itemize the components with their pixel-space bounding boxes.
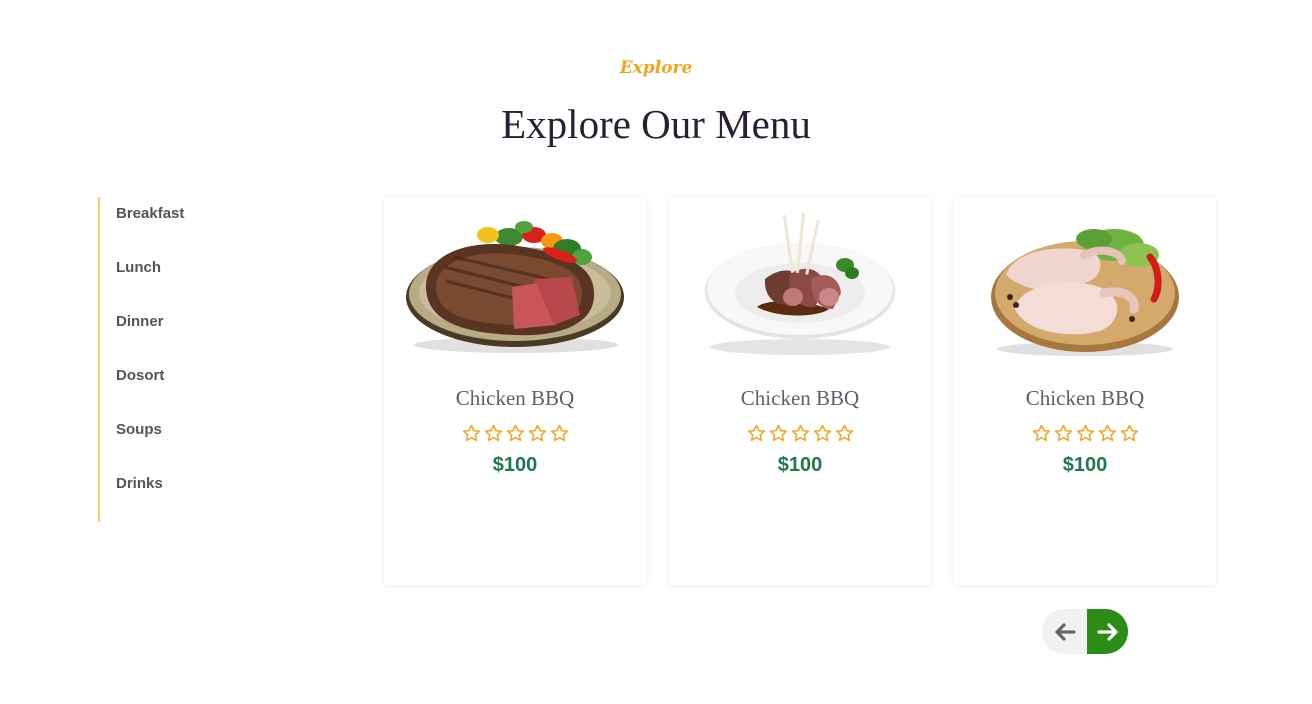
steak-plate-image [406,221,624,353]
arrow-right-icon [1096,622,1118,641]
card-title: Chicken BBQ [455,386,575,410]
menu-card[interactable]: Chicken BBQ $100 [384,197,646,585]
star-icon [528,424,546,442]
lamb-chops-image [705,213,895,355]
sidebar-item-dinner[interactable]: Dinner [116,313,164,330]
card-title: Chicken BBQ [1025,386,1145,410]
star-icon [462,424,480,442]
card-title: Chicken BBQ [740,386,860,410]
rating-stars [384,424,646,443]
star-icon [1120,424,1138,442]
star-icon [769,424,787,442]
sidebar-item-soups[interactable]: Soups [116,421,162,438]
sidebar-item-drinks[interactable]: Drinks [116,475,163,492]
star-icon [1032,424,1050,442]
menu-card[interactable]: Chicken BBQ $100 [669,197,931,585]
star-icon [1076,424,1094,442]
star-icon [484,424,502,442]
card-price: $100 [492,454,538,476]
card-price: $100 [1062,454,1108,476]
menu-card[interactable]: Chicken BBQ $100 [954,197,1216,585]
sidebar-item-breakfast[interactable]: Breakfast [116,205,184,222]
card-price: $100 [777,454,823,476]
star-icon [1098,424,1116,442]
category-sidebar: Breakfast Lunch Dinner Dosort Soups Drin… [98,197,318,522]
prev-button[interactable] [1042,609,1088,654]
next-button[interactable] [1087,609,1128,654]
star-icon [506,424,524,442]
star-icon [791,424,809,442]
star-icon [550,424,568,442]
arrow-left-icon [1055,622,1076,641]
rating-stars [954,424,1216,443]
section-eyebrow: Explore [619,58,693,78]
star-icon [835,424,853,442]
star-icon [747,424,765,442]
sidebar-item-lunch[interactable]: Lunch [116,259,161,276]
raw-chicken-board-image [991,229,1179,356]
star-icon [813,424,831,442]
page-title: Explore Our Menu [501,101,811,147]
carousel-nav [1042,609,1128,654]
star-icon [1054,424,1072,442]
rating-stars [669,424,931,443]
sidebar-item-dosort[interactable]: Dosort [116,367,164,384]
